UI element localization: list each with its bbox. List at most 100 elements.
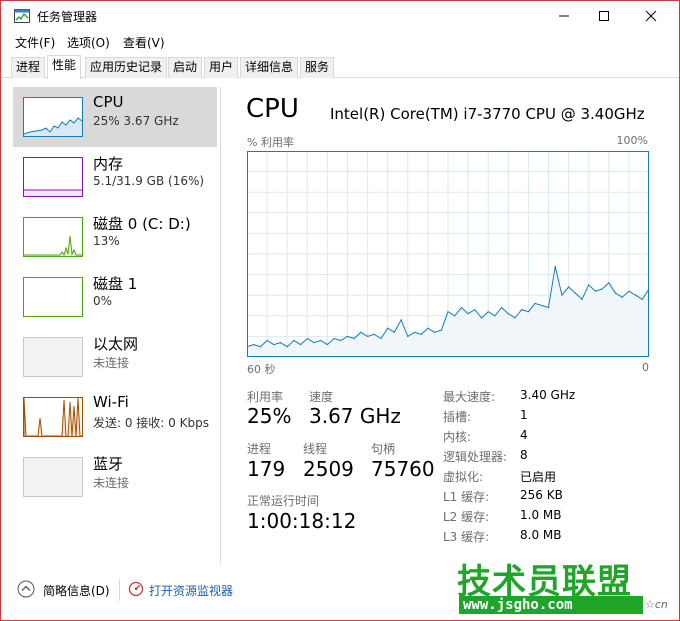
sidebar-item-ethernet[interactable]: 以太网 未连接 <box>13 327 217 387</box>
cores-label: 内核: <box>443 430 472 444</box>
title-bar: 任务管理器 <box>1 1 679 31</box>
cpu-data-point <box>333 337 335 340</box>
sockets-label: 插槽: <box>443 410 472 424</box>
sidebar-item-bluetooth[interactable]: 蓝牙 未连接 <box>13 447 217 507</box>
processes-value: 179 <box>247 457 286 481</box>
wifi-thumbnail-svg <box>23 397 82 437</box>
max-speed-value: 3.40 GHz <box>520 388 576 402</box>
tab-bar: 进程 性能 应用历史记录 启动 用户 详细信息 服务 <box>1 55 679 79</box>
cpu-data-point <box>360 331 362 333</box>
l1-cache-value: 256 KB <box>520 488 563 502</box>
resource-monitor-icon[interactable] <box>128 581 144 597</box>
sidebar-subtitle: 13% <box>93 234 120 248</box>
sidebar-item-disk-0[interactable]: 磁盘 0 (C: D:) 13% <box>13 207 217 267</box>
sidebar-divider <box>220 87 221 563</box>
tab-details[interactable]: 详细信息 <box>240 57 299 78</box>
sidebar-title: 磁盘 0 (C: D:) <box>93 215 191 233</box>
cpu-data-point <box>353 337 355 340</box>
ethernet-thumbnail-graph <box>23 337 83 377</box>
cpu-data-point <box>313 342 315 344</box>
close-icon <box>645 10 657 22</box>
utilization-value: 25% <box>247 404 292 428</box>
handles-label: 句柄 <box>371 442 396 456</box>
maximize-button[interactable] <box>581 1 627 31</box>
menu-options[interactable]: 选项(O) <box>67 34 110 51</box>
speed-value: 3.67 GHz <box>309 404 401 428</box>
cpu-data-point <box>527 311 529 313</box>
site-watermark: 技术员联盟 www.jsgho.com ☆cn <box>451 554 671 618</box>
menu-file[interactable]: 文件(F) <box>15 34 55 51</box>
cpu-thumbnail-svg <box>23 117 83 136</box>
cpu-data-point <box>487 311 489 313</box>
cpu-data-point <box>601 288 603 290</box>
disk0-thumbnail-graph <box>23 217 83 257</box>
cpu-data-point <box>581 298 583 300</box>
cpu-data-point <box>467 313 469 315</box>
bluetooth-thumbnail-graph <box>23 457 83 497</box>
fewer-details-button[interactable]: 简略信息(D) <box>43 582 110 599</box>
tab-performance[interactable]: 性能 <box>47 55 82 79</box>
cpu-data-point <box>614 292 617 294</box>
processes-label: 进程 <box>247 442 272 456</box>
cpu-data-point <box>561 294 563 296</box>
cpu-data-point <box>259 346 261 348</box>
cpu-data-point <box>507 313 509 315</box>
sidebar-item-disk-1[interactable]: 磁盘 1 0% <box>13 267 217 327</box>
cpu-data-point <box>547 307 550 309</box>
tab-processes[interactable]: 进程 <box>11 57 46 78</box>
cpu-data-point <box>440 329 442 331</box>
cpu-data-point <box>279 342 282 344</box>
utilization-label: 利用率 <box>247 390 284 404</box>
cpu-data-point <box>387 327 389 329</box>
speed-label: 速度 <box>309 390 334 404</box>
close-button[interactable] <box>628 1 674 31</box>
cpu-data-point <box>628 290 630 292</box>
l2-cache-value: 1.0 MB <box>520 508 562 522</box>
cpu-model-name: Intel(R) Core(TM) i7-3770 CPU @ 3.40GHz <box>330 105 645 123</box>
cpu-data-point <box>286 346 288 348</box>
sidebar-title: Wi-Fi <box>93 393 129 411</box>
l1-cache-label: L1 缓存: <box>443 490 490 504</box>
cpu-data-point <box>521 309 523 311</box>
sidebar-title: 内存 <box>93 155 124 173</box>
tab-users[interactable]: 用户 <box>204 57 239 78</box>
collapse-icon[interactable] <box>17 580 35 598</box>
sidebar-item-memory[interactable]: 内存 5.1/31.9 GB (16%) <box>13 147 217 207</box>
sidebar-title: 以太网 <box>93 335 139 353</box>
sidebar-item-wifi[interactable]: Wi-Fi 发送: 0 接收: 0 Kbps <box>13 387 217 447</box>
cpu-data-point <box>447 311 449 313</box>
cpu-thumbnail-graph <box>23 97 83 137</box>
virtualization-value: 已启用 <box>520 470 557 484</box>
cpu-data-point <box>400 319 402 321</box>
graph-x-end-label: 0 <box>642 361 649 374</box>
menu-view[interactable]: 查看(V) <box>123 34 165 51</box>
cpu-data-point <box>434 331 436 333</box>
tab-startup[interactable]: 启动 <box>168 57 203 78</box>
cpu-data-point <box>594 290 596 292</box>
cpu-data-point <box>574 292 576 294</box>
cpu-data-point <box>480 317 483 319</box>
task-manager-icon <box>14 9 30 23</box>
cpu-data-point <box>534 302 536 304</box>
logical-processors-value: 8 <box>520 448 528 462</box>
tab-services[interactable]: 服务 <box>300 57 335 78</box>
cpu-data-point <box>340 339 342 342</box>
sidebar-subtitle: 5.1/31.9 GB (16%) <box>93 174 205 188</box>
memory-thumbnail-svg <box>24 189 82 196</box>
cpu-utilization-graph <box>247 151 649 357</box>
tab-app-history[interactable]: 应用历史记录 <box>85 57 168 78</box>
sidebar-subtitle: 25% 3.67 GHz <box>93 114 179 128</box>
sidebar-item-cpu[interactable]: CPU 25% 3.67 GHz <box>13 87 217 147</box>
disk0-thumbnail-svg <box>24 235 82 257</box>
uptime-value: 1:00:18:12 <box>247 509 357 533</box>
cpu-data-point <box>253 344 255 346</box>
disk1-thumbnail-graph <box>23 277 83 317</box>
sidebar-title: 磁盘 1 <box>93 275 138 293</box>
cpu-data-point <box>266 339 268 342</box>
resource-sidebar: CPU 25% 3.67 GHz 内存 5.1/31.9 GB (16%) 磁盘… <box>11 87 221 565</box>
open-resource-monitor-link[interactable]: 打开资源监视器 <box>149 582 233 599</box>
cpu-data-point <box>427 327 429 329</box>
graph-y-label: % 利用率 <box>247 136 294 149</box>
graph-x-start-label: 60 秒 <box>247 363 276 376</box>
l3-cache-value: 8.0 MB <box>520 528 562 542</box>
